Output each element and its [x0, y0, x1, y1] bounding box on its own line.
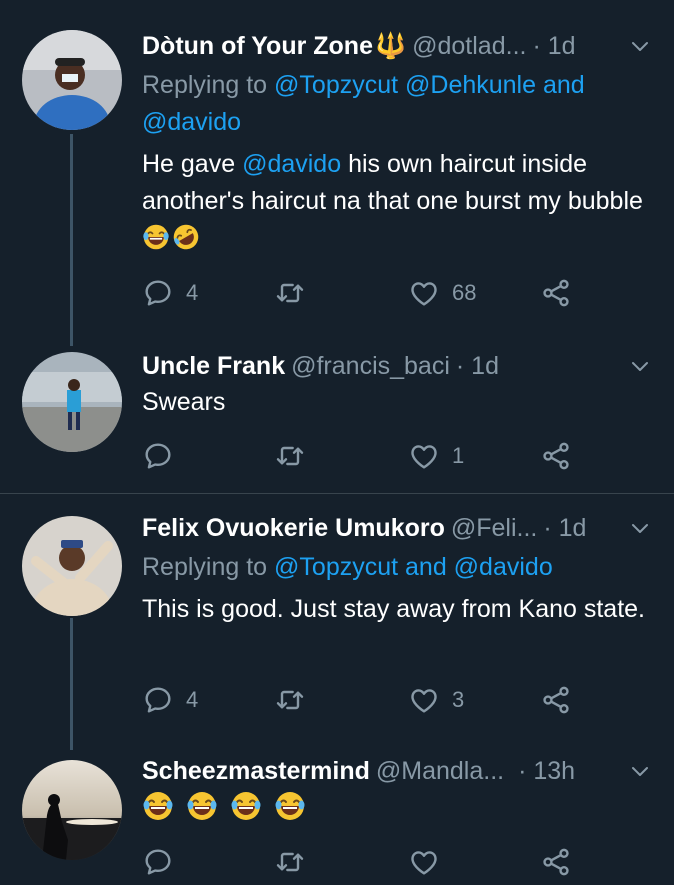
name-emoji: 🔱 [374, 31, 407, 60]
username[interactable]: @dotlad... [412, 32, 526, 61]
reply-button[interactable]: 4 [142, 273, 198, 313]
laughing-tears-emoji [274, 790, 306, 822]
display-name[interactable]: Uncle Frank [142, 352, 285, 381]
tweet-actions: 4 3 [142, 680, 582, 720]
like-count: 1 [452, 443, 465, 468]
like-button[interactable]: 3 [408, 680, 464, 720]
tweet-4[interactable]: Scheezmastermind @Mandla... · 13h [0, 750, 674, 885]
share-button[interactable] [540, 436, 572, 476]
username[interactable]: @Mandla... [376, 757, 504, 786]
timestamp[interactable]: · 1d [456, 352, 499, 381]
share-icon [540, 684, 572, 716]
tweet-text [142, 790, 657, 828]
reply-icon [142, 440, 174, 472]
body-mention[interactable]: @davido [242, 150, 341, 178]
reply-mentions[interactable]: @Topzycut @Dehkunle and [274, 71, 585, 99]
username[interactable]: @francis_baci [291, 352, 450, 381]
tweet-actions: 1 [142, 436, 582, 476]
display-name[interactable]: Dòtun of Your Zone [142, 32, 373, 61]
heart-icon [408, 440, 440, 472]
reply-count: 4 [186, 280, 199, 305]
tweet-text: Swears [142, 388, 226, 416]
like-button[interactable]: 68 [408, 273, 476, 313]
tweet-text: This is good. Just stay away from Kano s… [142, 595, 646, 623]
share-button[interactable] [540, 842, 572, 882]
tweet-text: He gave @davido his own haircut inside a… [142, 146, 657, 257]
chevron-down-icon[interactable] [628, 34, 652, 58]
laughing-tears-emoji [142, 223, 170, 251]
tweet-header: Felix Ovuokerie Umukoro @Feli... · 1d [142, 510, 656, 546]
avatar[interactable] [22, 760, 122, 860]
chevron-down-icon[interactable] [628, 354, 652, 378]
reply-button[interactable] [142, 842, 174, 882]
retweet-icon [274, 846, 306, 878]
username[interactable]: @Feli... [451, 514, 538, 543]
chevron-down-icon[interactable] [628, 759, 652, 783]
reply-count: 4 [186, 687, 199, 712]
share-icon [540, 440, 572, 472]
like-button[interactable]: 1 [408, 436, 464, 476]
like-button[interactable] [408, 842, 440, 882]
timestamp[interactable]: · 1d [532, 32, 575, 61]
replying-to-label: Replying to [142, 553, 275, 581]
tweet-header: Uncle Frank @francis_baci · 1d [142, 348, 656, 384]
retweet-button[interactable] [274, 842, 306, 882]
heart-icon [408, 846, 440, 878]
retweet-icon [274, 440, 306, 472]
retweet-icon [274, 277, 306, 309]
heart-icon [408, 277, 440, 309]
retweet-button[interactable] [274, 436, 306, 476]
display-name[interactable]: Felix Ovuokerie Umukoro [142, 514, 445, 543]
laughing-tears-emoji [230, 790, 262, 822]
reply-button[interactable] [142, 436, 174, 476]
tweet-header: Scheezmastermind @Mandla... · 13h [142, 753, 656, 789]
reply-icon [142, 846, 174, 878]
heart-icon [408, 684, 440, 716]
share-button[interactable] [540, 680, 572, 720]
tweet-text-part: He gave [142, 150, 243, 178]
reply-button[interactable]: 4 [142, 680, 198, 720]
laughing-tears-emoji [142, 790, 174, 822]
timestamp[interactable]: · 1d [543, 514, 586, 543]
thread-line [70, 618, 73, 750]
share-icon [540, 846, 572, 878]
chevron-down-icon[interactable] [628, 516, 652, 540]
reply-icon [142, 684, 174, 716]
retweet-button[interactable] [274, 680, 306, 720]
tweet-header: Dòtun of Your Zone 🔱 @dotlad... · 1d [142, 28, 656, 64]
share-icon [540, 277, 572, 309]
avatar[interactable] [22, 30, 122, 130]
replying-to: Replying to @Topzycut and @davido [142, 549, 642, 586]
avatar[interactable] [22, 516, 122, 616]
replying-to-label: Replying to [142, 71, 275, 99]
tweet-actions: 4 68 [142, 273, 582, 313]
like-count: 68 [452, 280, 477, 305]
tweet-actions [142, 842, 582, 882]
replying-to: Replying to @Topzycut @Dehkunle and @dav… [142, 67, 642, 141]
reply-mentions[interactable]: @Topzycut and @davido [274, 553, 553, 581]
like-count: 3 [452, 687, 465, 712]
share-button[interactable] [540, 273, 572, 313]
display-name[interactable]: Scheezmastermind [142, 757, 370, 786]
thread-line [70, 134, 73, 346]
tweet-1[interactable]: Dòtun of Your Zone 🔱 @dotlad... · 1d Rep… [0, 0, 674, 346]
laughing-tears-emoji [186, 790, 218, 822]
avatar[interactable] [22, 352, 122, 452]
tweet-2[interactable]: Uncle Frank @francis_baci · 1d Swears 1 [0, 338, 674, 493]
rofl-emoji [172, 223, 200, 251]
reply-icon [142, 277, 174, 309]
timestamp[interactable]: · 13h [518, 757, 575, 786]
tweet-3[interactable]: Felix Ovuokerie Umukoro @Feli... · 1d Re… [0, 494, 674, 750]
retweet-icon [274, 684, 306, 716]
retweet-button[interactable] [274, 273, 306, 313]
reply-mention-2[interactable]: @davido [142, 108, 241, 136]
